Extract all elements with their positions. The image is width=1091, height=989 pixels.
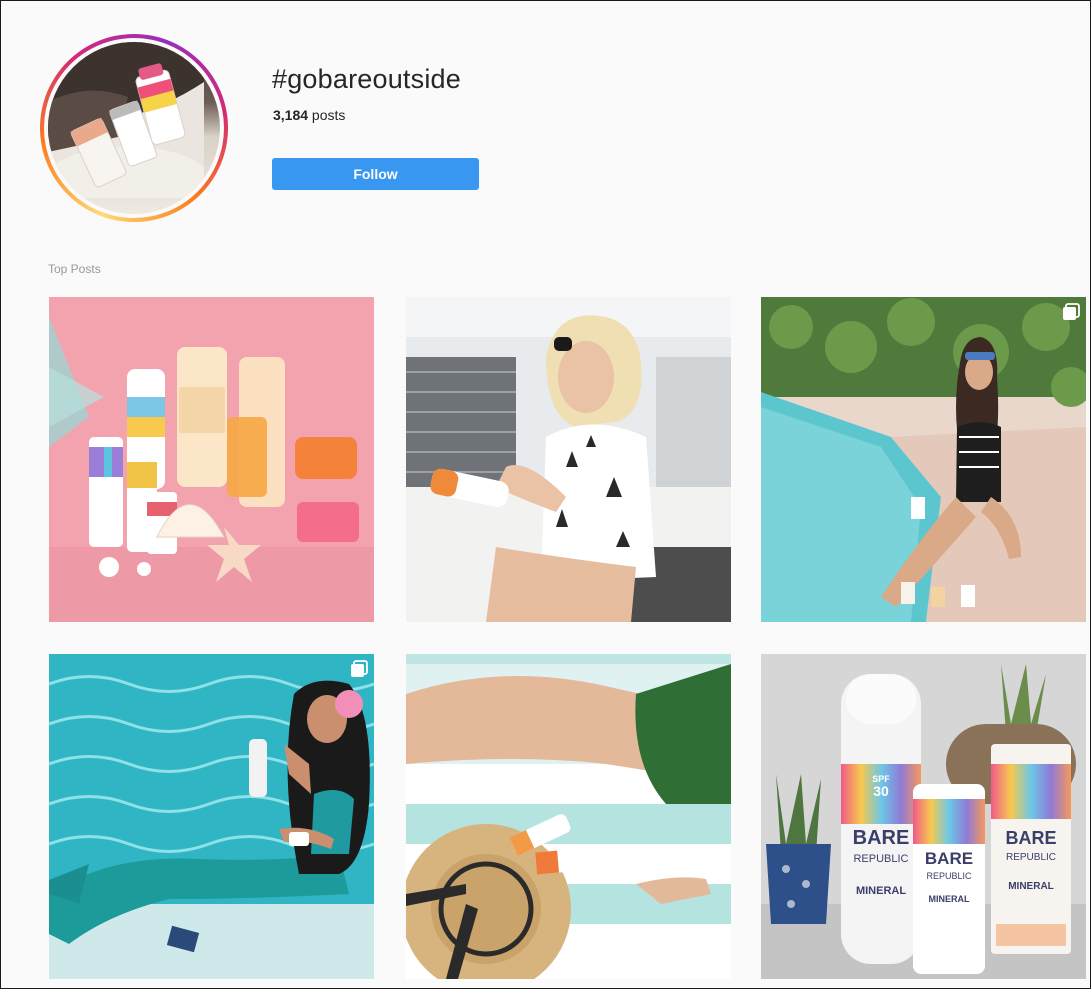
follow-button[interactable]: Follow (272, 158, 479, 190)
instagram-hashtag-page: #gobareoutside 3,184 posts Follow Top Po… (0, 0, 1091, 989)
top-posts-label: Top Posts (48, 262, 101, 276)
hashtag-avatar[interactable] (40, 34, 228, 222)
product-spf-value: 30 (873, 783, 889, 799)
product-mineral-1: MINERAL (856, 885, 906, 897)
post-thumbnail-4[interactable] (49, 654, 374, 979)
multiple-photos-icon (351, 660, 368, 677)
post-thumbnail-2[interactable] (406, 297, 731, 622)
product-brand-2: BARE (925, 849, 973, 868)
product-brand-sub-3: REPUBLIC (1006, 852, 1056, 863)
hashtag-title: #gobareoutside (272, 64, 461, 94)
product-brand-1: BARE (853, 827, 910, 849)
post-count-number: 3,184 (273, 107, 309, 123)
product-brand-3: BARE (1005, 828, 1056, 848)
post-thumbnail-5[interactable] (406, 654, 731, 979)
product-brand-sub-2: REPUBLIC (926, 871, 972, 881)
hashtag-avatar-photo (48, 42, 220, 214)
post-thumbnail-6[interactable]: BARE REPUBLIC MINERAL SPF 30 BARE REPUBL… (761, 654, 1086, 979)
multiple-photos-icon (1063, 303, 1080, 320)
post-thumbnail-3[interactable] (761, 297, 1086, 622)
product-mineral-2: MINERAL (929, 894, 970, 904)
top-posts-grid: BARE REPUBLIC MINERAL SPF 30 BARE REPUBL… (49, 297, 1089, 988)
post-thumbnail-1[interactable] (49, 297, 374, 622)
post-count: 3,184 posts (273, 107, 345, 123)
product-mineral-3: MINERAL (1008, 881, 1054, 892)
post-count-suffix: posts (308, 107, 346, 123)
product-brand-sub-1: REPUBLIC (853, 853, 908, 865)
